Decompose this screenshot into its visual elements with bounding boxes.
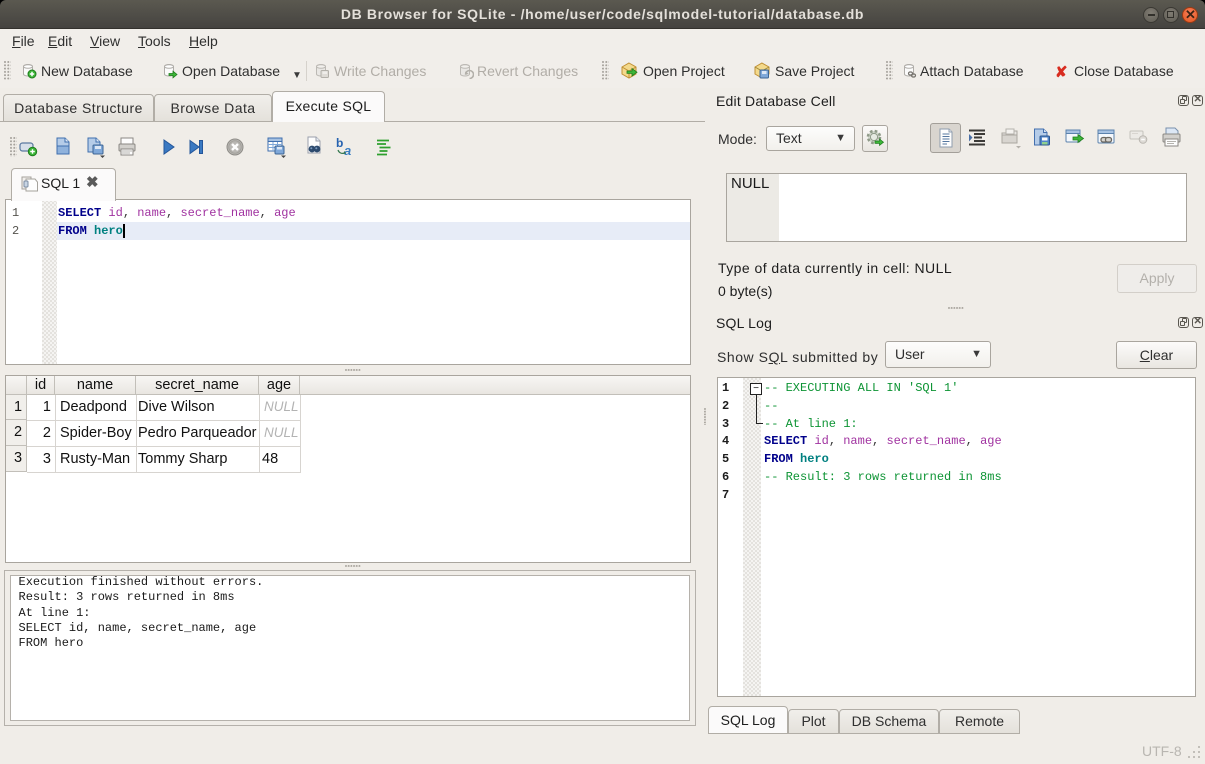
svg-text:a: a <box>344 143 351 158</box>
svg-text:b: b <box>336 136 343 150</box>
